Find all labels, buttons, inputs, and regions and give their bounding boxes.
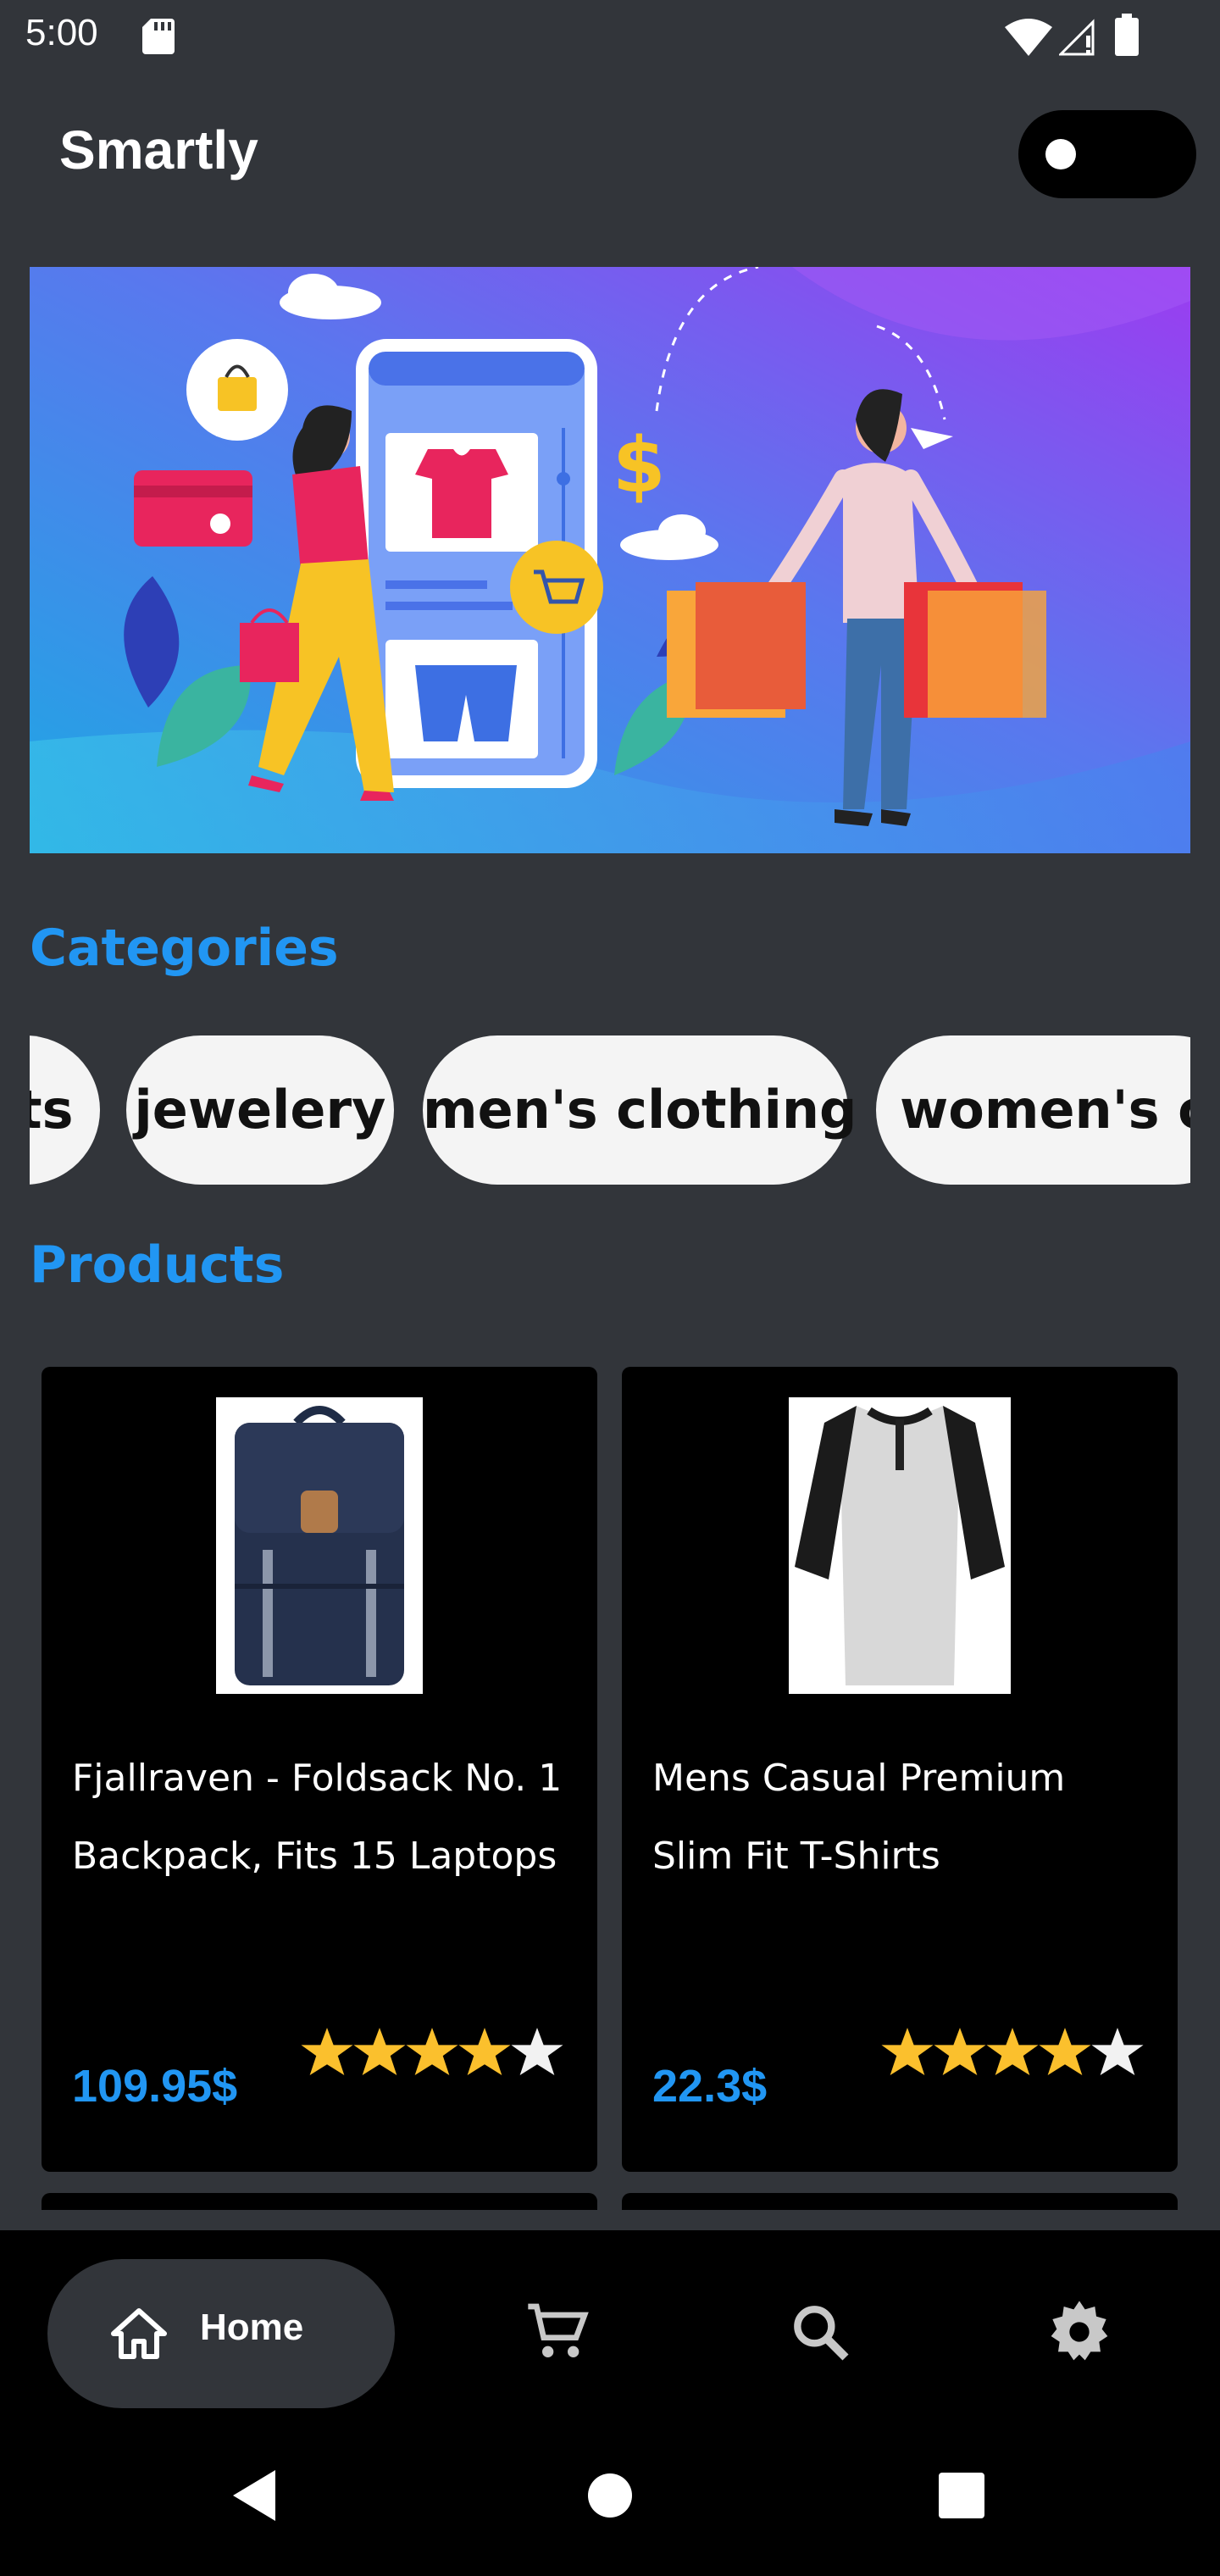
star-filled-icon [881,2028,934,2075]
settings-icon[interactable] [1045,2298,1113,2366]
star-filled-icon [458,2028,511,2075]
wifi-icon [1005,19,1052,56]
home-icon [111,2308,167,2359]
cart-icon[interactable] [525,2298,593,2366]
toggle-knob [1045,139,1076,169]
theme-toggle[interactable] [1018,110,1196,198]
search-icon[interactable] [786,2298,854,2366]
product-rating [881,2028,1144,2075]
battery-icon [1115,14,1139,56]
nav-home-button[interactable]: Home [47,2259,395,2408]
app-title: Smartly [59,119,258,180]
backpack-image [235,1406,404,1685]
category-chip-mens-clothing[interactable]: men's clothing [423,1035,857,1185]
star-filled-icon [1039,2028,1091,2075]
star-filled-icon [353,2028,406,2075]
star-filled-icon [986,2028,1039,2075]
system-nav-bar [0,2420,1220,2576]
product-price: 22.3$ [652,2061,768,2112]
products-title: Products [30,1235,285,1295]
nav-home-label: Home [200,2307,304,2348]
hero-banner: $ [30,267,1190,853]
back-icon[interactable] [225,2466,284,2525]
bottom-nav: Home [0,2230,1220,2420]
product-card[interactable]: Fjallraven - Foldsack No. 1 Backpack, Fi… [42,1367,597,2172]
star-filled-icon [301,2028,353,2075]
categories-title: Categories [30,919,339,978]
category-chip-womens-clothing[interactable]: women's cl [876,1035,1190,1185]
status-time: 5:00 [25,12,98,53]
product-title: Fjallraven - Foldsack No. 1 Backpack, Fi… [72,1757,563,1878]
signal-icon [1059,19,1095,56]
tshirt-image [795,1406,1005,1685]
status-bar: 5:00 [0,0,1220,71]
home-circle-icon[interactable] [580,2466,640,2525]
star-filled-icon [934,2028,986,2075]
star-empty-icon [1091,2028,1144,2075]
star-empty-icon [511,2028,563,2075]
product-card[interactable]: Mens Casual Premium Slim Fit T-Shirts 22… [622,1367,1178,2172]
product-card-peek[interactable] [42,2193,597,2210]
product-rating [301,2028,563,2075]
product-title: Mens Casual Premium Slim Fit T-Shirts [652,1757,1066,1878]
recents-icon[interactable] [932,2466,991,2525]
svg-text:$: $ [613,421,666,510]
categories-carousel[interactable]: ts jewelery men's clothing women's cl [30,1035,1190,1185]
shopping-illustration: $ [30,267,1190,853]
product-image-tshirt [789,1397,1011,1694]
product-card-peek[interactable] [622,2193,1178,2210]
product-price: 109.95$ [72,2061,238,2112]
category-chip[interactable]: ts [30,1035,100,1185]
category-chip-jewelery[interactable]: jewelery [126,1035,394,1185]
sd-card-icon [142,19,175,54]
star-filled-icon [406,2028,458,2075]
product-image-backpack [216,1397,423,1694]
